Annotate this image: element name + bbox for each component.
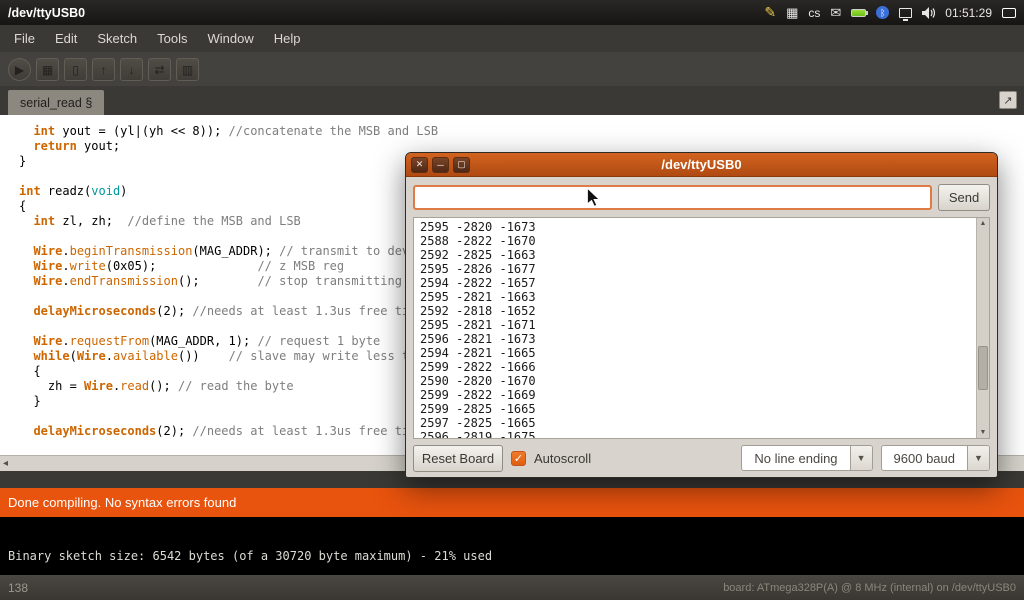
serial-output-line: 2596 -2821 -1673 [420, 332, 970, 346]
tab-menu-button[interactable]: ↗ [999, 91, 1017, 109]
serial-output-line: 2595 -2821 -1663 [420, 290, 970, 304]
serial-output-line: 2597 -2825 -1665 [420, 416, 970, 430]
session-icon[interactable] [1002, 8, 1016, 18]
serial-v-scrollbar[interactable]: ▲ ▼ [976, 218, 989, 438]
tab-serial-read[interactable]: serial_read § [8, 90, 104, 115]
new-sketch-button[interactable]: ▯ [64, 58, 87, 81]
upload-icon: ⇄ [154, 63, 164, 77]
toolbar: ▶ ▦ ▯ ↑ ↓ ⇄ ▥ [0, 52, 1024, 86]
serial-output-line: 2594 -2821 -1665 [420, 346, 970, 360]
network-icon[interactable] [899, 8, 912, 18]
close-button[interactable]: ✕ [411, 157, 428, 173]
stop-button[interactable]: ▦ [36, 58, 59, 81]
keyboard-layout-indicator[interactable]: cs [808, 6, 820, 20]
serial-monitor-titlebar[interactable]: /dev/ttyUSB0 ✕ ─ ▢ [406, 153, 997, 177]
serial-output-line: 2588 -2822 -1670 [420, 234, 970, 248]
serial-monitor-controls: Reset Board ✓ Autoscroll No line ending … [406, 439, 997, 477]
serial-output[interactable]: 2595 -2820 -16732588 -2822 -16702592 -28… [414, 218, 976, 438]
serial-monitor-icon: ▥ [182, 63, 193, 77]
minimize-button[interactable]: ─ [432, 157, 449, 173]
check-icon: ✓ [514, 452, 523, 465]
tab-menu-arrow-icon: ↗ [1003, 94, 1012, 107]
close-icon: ✕ [416, 159, 424, 170]
compile-status-bar: Done compiling. No syntax errors found [0, 488, 1024, 517]
maximize-icon: ▢ [457, 159, 466, 170]
menu-window[interactable]: Window [197, 28, 263, 49]
volume-icon[interactable] [922, 7, 935, 19]
verify-button[interactable]: ▶ [8, 58, 31, 81]
chevron-down-icon[interactable]: ▼ [850, 446, 872, 470]
serial-output-line: 2592 -2818 -1652 [420, 304, 970, 318]
serial-output-line: 2594 -2822 -1657 [420, 276, 970, 290]
code-line: int yout = (yl|(yh << 8)); //concatenate… [19, 124, 1024, 139]
menu-tools[interactable]: Tools [147, 28, 197, 49]
serial-output-line: 2596 -2819 -1675 [420, 430, 970, 438]
save-icon: ↓ [129, 63, 135, 77]
upload-button[interactable]: ⇄ [148, 58, 171, 81]
serial-output-line: 2590 -2820 -1670 [420, 374, 970, 388]
menu-file[interactable]: File [4, 28, 45, 49]
footer-status-bar: 138 board: ATmega328P(A) @ 8 MHz (intern… [0, 575, 1024, 600]
serial-output-line: 2595 -2820 -1673 [420, 220, 970, 234]
menu-help[interactable]: Help [264, 28, 311, 49]
current-line-number: 138 [8, 581, 28, 595]
save-button[interactable]: ↓ [120, 58, 143, 81]
maximize-button[interactable]: ▢ [453, 157, 470, 173]
serial-output-area: 2595 -2820 -16732588 -2822 -16702592 -28… [413, 217, 990, 439]
window-title: /dev/ttyUSB0 [8, 6, 85, 20]
mail-icon[interactable]: ✉ [830, 5, 841, 21]
baud-rate-dropdown[interactable]: 9600 baud ▼ [881, 445, 990, 471]
autoscroll-checkbox[interactable]: ✓ [511, 451, 526, 466]
line-ending-value: No line ending [742, 446, 849, 470]
serial-monitor-window: /dev/ttyUSB0 ✕ ─ ▢ Send 2595 -2820 -1673… [405, 152, 998, 478]
stop-icon: ▦ [42, 63, 53, 77]
menu-bar: FileEditSketchToolsWindowHelp [0, 25, 1024, 52]
serial-output-line: 2599 -2822 -1666 [420, 360, 970, 374]
battery-icon[interactable] [851, 9, 866, 17]
scroll-up-arrow-icon[interactable]: ▲ [977, 218, 989, 229]
keyboard-indicator-icon[interactable]: ▦ [786, 5, 798, 21]
new-sketch-icon: ▯ [72, 63, 79, 77]
scrollbar-thumb[interactable] [978, 346, 988, 390]
menu-sketch[interactable]: Sketch [87, 28, 147, 49]
serial-output-line: 2599 -2825 -1665 [420, 402, 970, 416]
serial-monitor-button[interactable]: ▥ [176, 58, 199, 81]
open-button[interactable]: ↑ [92, 58, 115, 81]
send-button[interactable]: Send [938, 184, 990, 211]
autoscroll-label: Autoscroll [534, 451, 591, 466]
h-scroll-left-arrow-icon[interactable]: ◂ [3, 458, 8, 469]
system-bar: /dev/ttyUSB0 ✎ ▦ cs ✉ ᛒ 01:51:29 [0, 0, 1024, 25]
baud-rate-value: 9600 baud [882, 446, 967, 470]
tab-bar: serial_read § ↗ [0, 86, 1024, 115]
serial-output-line: 2599 -2822 -1669 [420, 388, 970, 402]
system-tray: ✎ ▦ cs ✉ ᛒ 01:51:29 [764, 4, 1016, 21]
serial-output-line: 2592 -2825 -1663 [420, 248, 970, 262]
menu-edit[interactable]: Edit [45, 28, 87, 49]
board-info: board: ATmega328P(A) @ 8 MHz (internal) … [723, 582, 1016, 594]
chevron-down-icon[interactable]: ▼ [967, 446, 989, 470]
note-icon[interactable]: ✎ [764, 4, 776, 21]
serial-output-line: 2595 -2821 -1671 [420, 318, 970, 332]
serial-input[interactable] [413, 185, 932, 210]
console-output: Binary sketch size: 6542 bytes (of a 307… [0, 517, 1024, 575]
compile-status-message: Done compiling. No syntax errors found [8, 495, 236, 510]
minimize-icon: ─ [437, 160, 443, 170]
bluetooth-icon[interactable]: ᛒ [876, 6, 889, 19]
serial-input-row: Send [406, 177, 997, 215]
open-icon: ↑ [101, 63, 107, 77]
serial-output-line: 2595 -2826 -1677 [420, 262, 970, 276]
reset-board-button[interactable]: Reset Board [413, 445, 503, 472]
scroll-down-arrow-icon[interactable]: ▼ [977, 427, 989, 438]
clock[interactable]: 01:51:29 [945, 6, 992, 20]
line-ending-dropdown[interactable]: No line ending ▼ [741, 445, 872, 471]
console-text: Binary sketch size: 6542 bytes (of a 307… [8, 549, 492, 563]
verify-icon: ▶ [15, 63, 24, 77]
tab-label: serial_read § [20, 96, 92, 110]
serial-monitor-title: /dev/ttyUSB0 [406, 157, 997, 172]
